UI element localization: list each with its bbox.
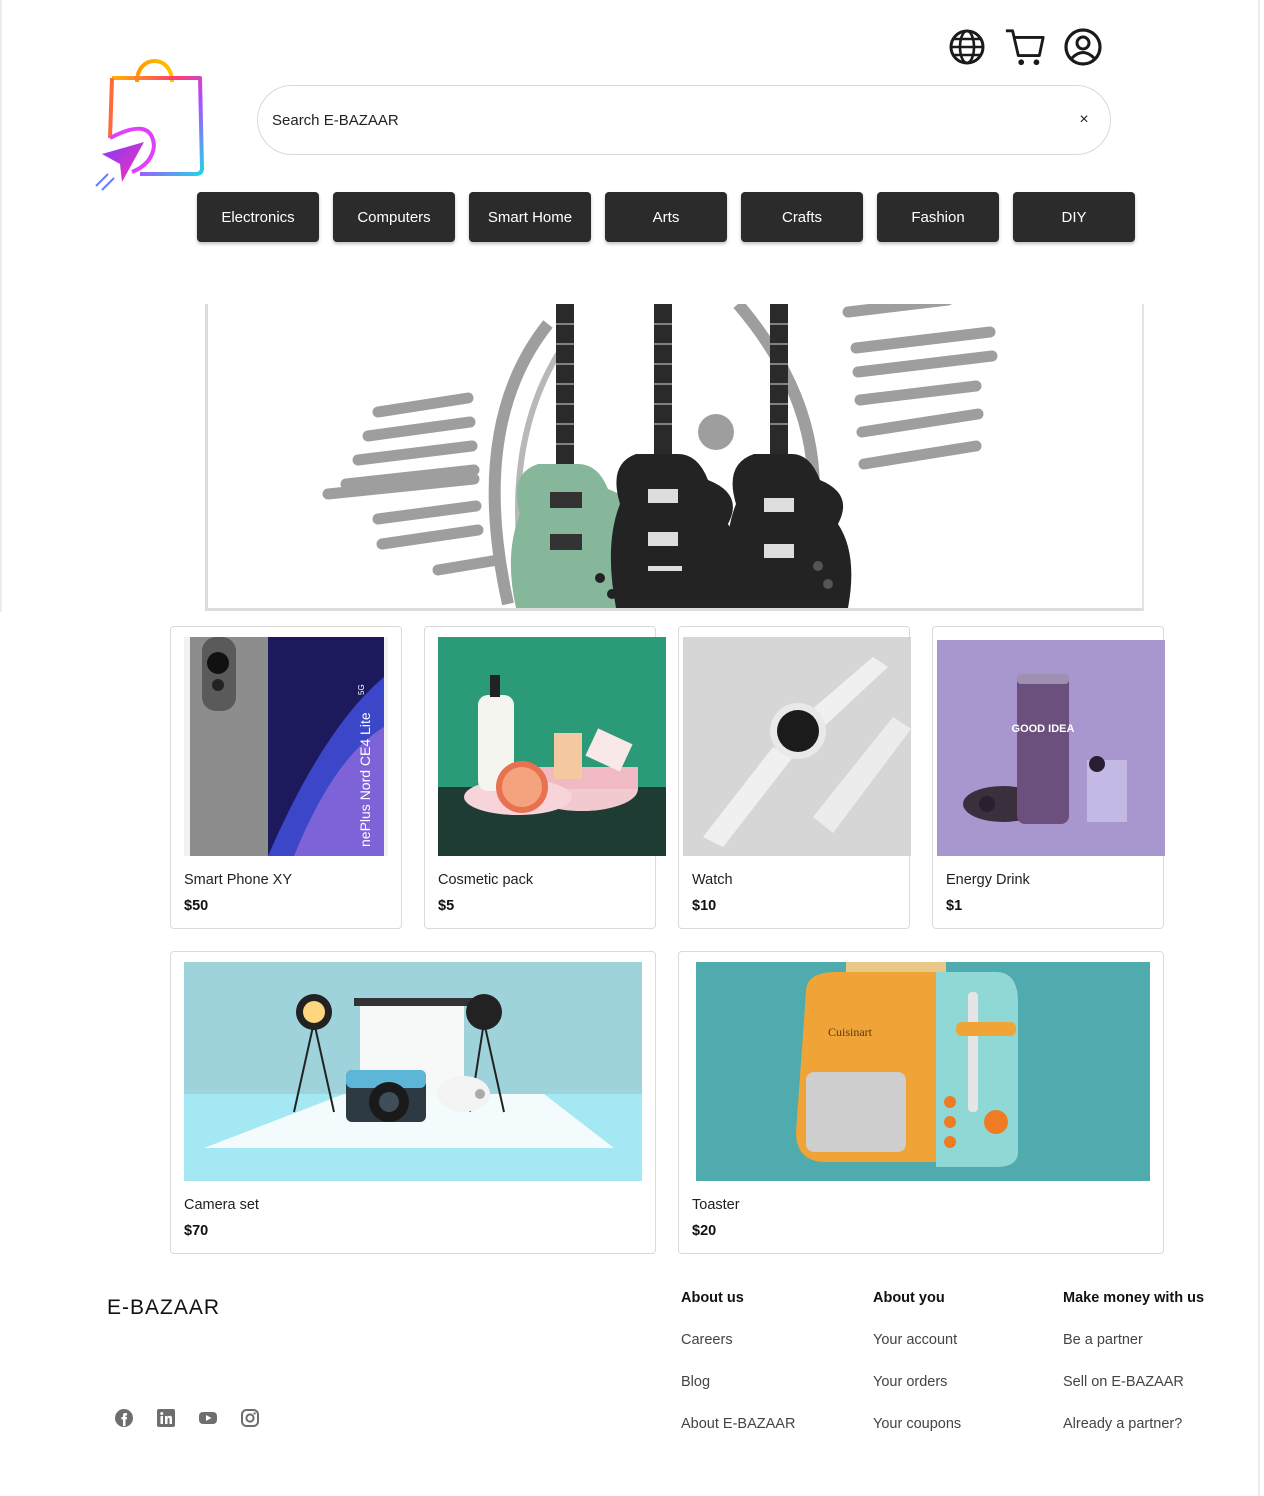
product-name: Watch [692,872,733,888]
user-icon[interactable] [1062,26,1104,68]
product-image: nePlus Nord CE4 Lite 5G [184,637,388,856]
product-image: Cuisinart [696,962,1150,1181]
product-card[interactable]: Cosmetic pack $5 [424,626,666,929]
product-price: $50 [184,898,209,914]
logo[interactable] [92,46,210,192]
footer-link-already-partner[interactable]: Already a partner? [1063,1416,1204,1436]
facebook-icon[interactable] [113,1407,135,1429]
product-price: $5 [438,898,455,914]
footer-column-about-you: About you Your account Your orders Your … [873,1290,961,1436]
category-electronics-button[interactable]: Electronics [197,192,319,242]
product-name: Camera set [184,1197,259,1213]
footer-column-make-money: Make money with us Be a partner Sell on … [1063,1290,1204,1436]
product-image [438,637,666,856]
category-crafts-button[interactable]: Crafts [741,192,863,242]
footer-column-about-us: About us Careers Blog About E-BAZAAR [681,1290,795,1436]
product-price: $1 [946,898,963,914]
footer-link-account[interactable]: Your account [873,1332,961,1352]
product-price: $10 [692,898,717,914]
product-card[interactable]: Cuisinart Toaster $20 [678,951,1164,1254]
category-diy-button[interactable]: DIY [1013,192,1135,242]
product-card[interactable]: nePlus Nord CE4 Lite 5G Smart Phone XY $… [170,626,402,929]
search-input[interactable] [272,111,1072,129]
page-edge [1258,0,1260,1496]
product-price: $20 [692,1223,717,1239]
footer-link-about[interactable]: About E-BAZAAR [681,1416,795,1436]
category-nav: Electronics Computers Smart Home Arts Cr… [197,192,1135,242]
phone-badge-text: 5G [357,684,366,695]
instagram-icon[interactable] [239,1407,261,1429]
footer-link-careers[interactable]: Careers [681,1332,795,1352]
search-bar: × [257,85,1111,155]
footer-link-blog[interactable]: Blog [681,1374,795,1394]
footer-heading: Make money with us [1063,1290,1205,1306]
product-image [184,962,642,1181]
linkedin-icon[interactable] [155,1407,177,1429]
page-edge [0,0,2,612]
cart-icon[interactable] [1004,26,1046,68]
can-label-text: GOOD IDEA [1012,723,1075,735]
phone-brand-text: nePlus Nord CE4 Lite [357,712,373,847]
footer-link-orders[interactable]: Your orders [873,1374,961,1394]
product-card[interactable]: Camera set $70 [170,951,656,1254]
product-name: Toaster [692,1197,740,1213]
footer-link-coupons[interactable]: Your coupons [873,1416,961,1436]
footer-link-sell[interactable]: Sell on E-BAZAAR [1063,1374,1204,1394]
footer-heading: About you [873,1290,945,1306]
product-name: Energy Drink [946,872,1030,888]
globe-icon[interactable] [946,26,988,68]
product-image [683,637,911,856]
product-card[interactable]: GOOD IDEA Energy Drink $1 [932,626,1165,929]
product-price: $70 [184,1223,209,1239]
footer-brand[interactable]: E-BAZAAR [107,1296,220,1320]
footer-link-partner[interactable]: Be a partner [1063,1332,1204,1352]
product-image: GOOD IDEA [937,640,1165,856]
category-fashion-button[interactable]: Fashion [877,192,999,242]
category-computers-button[interactable]: Computers [333,192,455,242]
social-links [113,1407,261,1429]
product-name: Smart Phone XY [184,872,292,888]
guitars-banner-image [322,304,998,608]
shopping-bag-logo-icon [95,59,204,191]
youtube-icon[interactable] [197,1407,219,1429]
category-arts-button[interactable]: Arts [605,192,727,242]
toaster-brand-text: Cuisinart [828,1025,873,1039]
footer-heading: About us [681,1290,744,1306]
product-card[interactable]: Watch $10 [678,626,911,929]
clear-search-icon[interactable]: × [1072,108,1096,132]
category-smart-home-button[interactable]: Smart Home [469,192,591,242]
product-name: Cosmetic pack [438,872,534,888]
hero-banner[interactable] [205,304,1144,611]
